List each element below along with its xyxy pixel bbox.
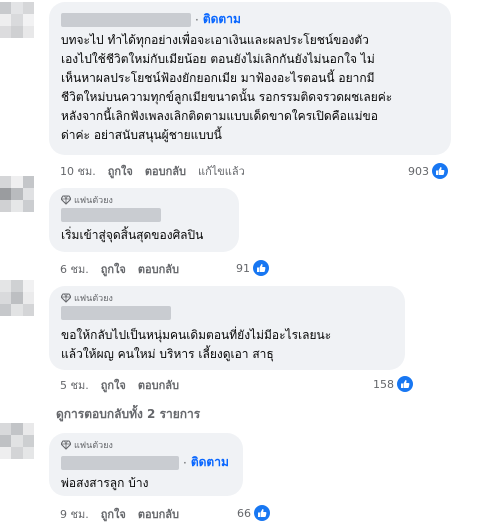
reply-button[interactable]: ตอบกลับ — [145, 162, 186, 180]
comment-bubble: แฟนตัวยง เริ่มเข้าสู่จุดสิ้นสุดของศิลปิน — [49, 188, 239, 252]
avatar[interactable] — [0, 280, 34, 316]
comment-text: บทจะไป ทำได้ทุกอย่างเพื่อจะเอาเงินและผลป… — [61, 33, 393, 142]
comment-header — [61, 306, 393, 320]
reaction-number: 158 — [373, 377, 394, 391]
comment-bubble: · ติดตาม บทจะไป ทำได้ทุกอย่างเพื่อจะเอาเ… — [49, 2, 451, 155]
diamond-badge-icon — [61, 293, 71, 303]
comment-header — [61, 208, 227, 222]
comment-time[interactable]: 10 ชม. — [60, 162, 96, 180]
comment-text: เริ่มเข้าสู่จุดสิ้นสุดของศิลปิน — [61, 228, 204, 242]
like-thumb-icon — [253, 260, 269, 276]
author-name-blurred[interactable] — [61, 12, 191, 27]
separator-dot: · — [195, 12, 199, 27]
follow-button[interactable]: ติดตาม — [203, 10, 241, 29]
like-thumb-icon — [432, 163, 448, 179]
edited-label[interactable]: แก้ไขแล้ว — [198, 162, 245, 180]
follow-button[interactable]: ติดตาม — [191, 453, 229, 472]
comment-header: · ติดตาม — [61, 10, 439, 29]
badge-label: แฟนตัวยง — [74, 294, 113, 304]
reaction-count[interactable]: 158 — [373, 376, 413, 392]
comment-text: ขอให้กลับไปเป็นหนุ่มคนเดิมตอนที่ยังไม่มี… — [61, 328, 332, 361]
comment-time[interactable]: 9 ชม. — [60, 505, 89, 523]
like-button[interactable]: ถูกใจ — [101, 505, 126, 523]
view-replies-link[interactable]: ดูการตอบกลับทั้ง 2 รายการ — [56, 405, 200, 424]
author-name-blurred[interactable] — [61, 208, 161, 222]
comment-text: พ่อสงสารลูก บ้าง — [61, 476, 149, 490]
reaction-count[interactable]: 903 — [408, 163, 448, 179]
comment-bubble: แฟนตัวยง ขอให้กลับไปเป็นหนุ่มคนเดิมตอนที… — [49, 286, 405, 370]
reaction-count[interactable]: 66 — [237, 505, 270, 521]
comment-bubble: แฟนตัวยง · ติดตาม พ่อสงสารลูก บ้าง — [49, 433, 243, 496]
reaction-number: 91 — [236, 261, 250, 275]
comment-thread: · ติดตาม บทจะไป ทำได้ทุกอย่างเพื่อจะเอาเ… — [0, 0, 479, 524]
reaction-count[interactable]: 91 — [236, 260, 269, 276]
comment-actions: 6 ชม. ถูกใจ ตอบกลับ — [60, 261, 191, 277]
like-thumb-icon — [254, 505, 270, 521]
like-button[interactable]: ถูกใจ — [101, 376, 126, 394]
comment-actions: 9 ชม. ถูกใจ ตอบกลับ — [60, 506, 191, 522]
fan-badge[interactable]: แฟนตัวยง — [61, 194, 227, 206]
like-button[interactable]: ถูกใจ — [101, 260, 126, 278]
separator-dot: · — [183, 455, 187, 470]
like-button[interactable]: ถูกใจ — [108, 162, 133, 180]
author-name-blurred[interactable] — [61, 306, 171, 320]
avatar[interactable] — [0, 176, 34, 212]
comment-actions: 10 ชม. ถูกใจ ตอบกลับ แก้ไขแล้ว — [60, 163, 257, 179]
comment-time[interactable]: 6 ชม. — [60, 260, 89, 278]
comment-actions: 5 ชม. ถูกใจ ตอบกลับ — [60, 377, 191, 393]
badge-label: แฟนตัวยง — [74, 441, 113, 451]
reply-button[interactable]: ตอบกลับ — [138, 260, 179, 278]
avatar[interactable] — [0, 423, 34, 459]
author-name-blurred[interactable] — [61, 455, 179, 470]
comment-header: · ติดตาม — [61, 453, 231, 472]
fan-badge[interactable]: แฟนตัวยง — [61, 439, 231, 451]
avatar[interactable] — [0, 2, 34, 38]
fan-badge[interactable]: แฟนตัวยง — [61, 292, 393, 304]
reply-button[interactable]: ตอบกลับ — [138, 376, 179, 394]
like-thumb-icon — [397, 376, 413, 392]
reaction-number: 903 — [408, 164, 429, 178]
comment-time[interactable]: 5 ชม. — [60, 376, 89, 394]
diamond-badge-icon — [61, 440, 71, 450]
reply-button[interactable]: ตอบกลับ — [138, 505, 179, 523]
diamond-badge-icon — [61, 195, 71, 205]
reaction-number: 66 — [237, 506, 251, 520]
badge-label: แฟนตัวยง — [74, 196, 113, 206]
